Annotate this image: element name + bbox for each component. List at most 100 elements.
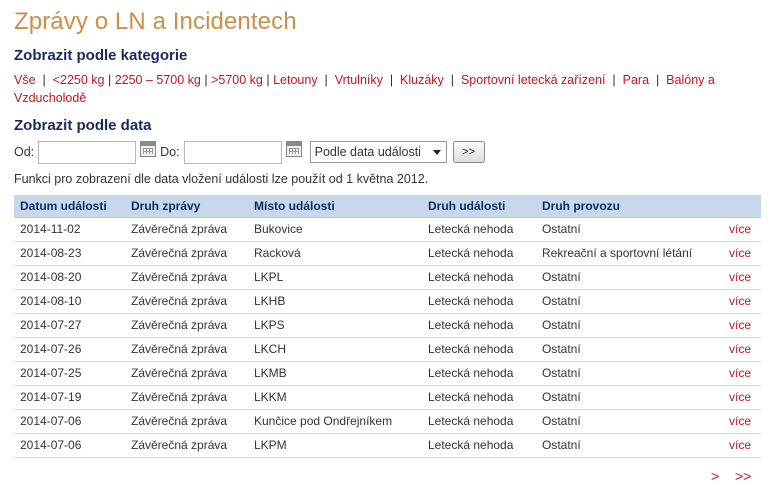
chevron-down-icon	[432, 150, 441, 155]
sort-select-value: Podle data události	[314, 145, 421, 159]
next-page-link[interactable]: >	[711, 468, 719, 484]
cell-more: více	[718, 361, 761, 386]
cell-operation-type: Ostatní	[536, 265, 718, 290]
header-date: Datum události	[14, 195, 125, 218]
cell-event-type: Letecká nehoda	[422, 337, 536, 362]
to-label: Do:	[160, 145, 180, 159]
more-link[interactable]: více	[729, 318, 751, 332]
cell-location: LKPS	[248, 313, 422, 338]
category-link-letouny[interactable]: Letouny	[273, 73, 317, 87]
cell-report-type: Závěrečná zpráva	[125, 265, 248, 290]
cell-report-type: Závěrečná zpráva	[125, 313, 248, 338]
to-date-input[interactable]	[183, 140, 282, 164]
more-link[interactable]: více	[729, 366, 751, 380]
cell-date: 2014-08-20	[14, 265, 125, 290]
category-link-under-2250[interactable]: <2250 kg	[53, 73, 105, 87]
cell-operation-type: Ostatní	[536, 289, 718, 314]
cell-date: 2014-11-02	[14, 217, 125, 242]
table-row: 2014-07-27 Závěrečná zpráva LKPS Letecká ne…	[14, 313, 761, 338]
cell-more: více	[718, 289, 761, 314]
cell-date: 2014-07-25	[14, 361, 125, 386]
header-report-type: Druh zprávy	[125, 195, 248, 218]
header-location: Místo události	[248, 195, 422, 218]
table-row: 2014-08-23 Závěrečná zpráva Racková Letecká…	[14, 241, 761, 266]
cell-event-type: Letecká nehoda	[422, 361, 536, 386]
cell-operation-type: Ostatní	[536, 313, 718, 338]
table-row: 2014-07-19 Závěrečná zpráva LKKM Letecká ne…	[14, 385, 761, 410]
table-row: 2014-07-06 Závěrečná zpráva Kunčice pod On…	[14, 409, 761, 434]
calendar-icon[interactable]	[285, 141, 302, 157]
table-row: 2014-07-26 Závěrečná zpráva LKCH Letecká ne…	[14, 337, 761, 362]
more-link[interactable]: více	[729, 390, 751, 404]
header-more	[718, 195, 761, 218]
cell-more: více	[718, 265, 761, 290]
cell-report-type: Závěrečná zpráva	[125, 361, 248, 386]
category-link-sla[interactable]: Sportovní letecká zařízení	[461, 73, 606, 87]
cell-event-type: Letecká nehoda	[422, 313, 536, 338]
category-link-para[interactable]: Para	[623, 73, 649, 87]
cell-operation-type: Ostatní	[536, 433, 718, 458]
cell-more: více	[718, 409, 761, 434]
from-date-input[interactable]	[38, 140, 137, 164]
cell-event-type: Letecká nehoda	[422, 241, 536, 266]
cell-date: 2014-08-23	[14, 241, 125, 266]
page-title: Zprávy o LN a Incidentech	[14, 8, 297, 35]
category-link-over-5700[interactable]: >5700 kg	[211, 73, 263, 87]
table-row: 2014-08-10 Závěrečná zpráva LKHB Letecká ne…	[14, 289, 761, 314]
cell-more: více	[718, 313, 761, 338]
cell-more: více	[718, 217, 761, 242]
cell-location: LKCH	[248, 337, 422, 362]
cell-event-type: Letecká nehoda	[422, 289, 536, 314]
cell-operation-type: Rekreační a sportovní létání	[536, 241, 718, 266]
cell-more: více	[718, 241, 761, 266]
cell-event-type: Letecká nehoda	[422, 433, 536, 458]
category-link-vrtulniky[interactable]: Vrtulníky	[335, 73, 383, 87]
table-row: 2014-07-25 Závěrečná zpráva LKMB Letecká ne…	[14, 361, 761, 386]
cell-operation-type: Ostatní	[536, 385, 718, 410]
header-operation-type: Druh provozu	[536, 195, 718, 218]
category-link-all[interactable]: Vše	[14, 73, 36, 87]
reports-table: Datum události Druh zprávy Místo událost…	[14, 195, 761, 458]
cell-location: Kunčice pod Ondřejníkem	[248, 409, 422, 434]
cell-operation-type: Ostatní	[536, 361, 718, 386]
more-link[interactable]: více	[729, 438, 751, 452]
more-link[interactable]: více	[729, 270, 751, 284]
cell-operation-type: Ostatní	[536, 217, 718, 242]
cell-report-type: Závěrečná zpráva	[125, 433, 248, 458]
date-heading: Zobrazit podle data	[14, 117, 152, 134]
cell-event-type: Letecká nehoda	[422, 409, 536, 434]
category-link-kluzaky[interactable]: Kluzáky	[400, 73, 444, 87]
info-text: Funkci pro zobrazení dle data vložení ud…	[14, 172, 429, 186]
table-row: 2014-11-02 Závěrečná zpráva Bukovice Leteck…	[14, 217, 761, 242]
more-link[interactable]: více	[729, 246, 751, 260]
cell-location: LKKM	[248, 385, 422, 410]
cell-location: LKPL	[248, 265, 422, 290]
more-link[interactable]: více	[729, 414, 751, 428]
cell-location: Racková	[248, 241, 422, 266]
cell-operation-type: Ostatní	[536, 337, 718, 362]
cell-location: LKPM	[248, 433, 422, 458]
category-links: Vše | <2250 kg | 2250 – 5700 kg | >5700 …	[14, 73, 715, 105]
more-link[interactable]: více	[729, 222, 751, 236]
cell-event-type: Letecká nehoda	[422, 217, 536, 242]
cell-more: více	[718, 385, 761, 410]
table-header-row: Datum události Druh zprávy Místo událost…	[14, 195, 761, 218]
more-link[interactable]: více	[729, 294, 751, 308]
calendar-icon[interactable]	[140, 141, 157, 157]
table-row: 2014-07-06 Závěrečná zpráva LKPM Letecká ne…	[14, 433, 761, 458]
cell-date: 2014-07-27	[14, 313, 125, 338]
header-event-type: Druh události	[422, 195, 536, 218]
category-link-2250-5700[interactable]: 2250 – 5700 kg	[115, 73, 201, 87]
cell-report-type: Závěrečná zpráva	[125, 385, 248, 410]
cell-date: 2014-08-10	[14, 289, 125, 314]
sort-select[interactable]: Podle data události	[309, 141, 447, 163]
cell-date: 2014-07-06	[14, 409, 125, 434]
cell-report-type: Závěrečná zpráva	[125, 289, 248, 314]
table-row: 2014-08-20 Závěrečná zpráva LKPL Letecká ne…	[14, 265, 761, 290]
cell-location: LKMB	[248, 361, 422, 386]
last-page-link[interactable]: >>	[735, 468, 751, 484]
cell-location: LKHB	[248, 289, 422, 314]
go-button[interactable]: >>	[452, 141, 485, 163]
more-link[interactable]: více	[729, 342, 751, 356]
cell-report-type: Závěrečná zpráva	[125, 241, 248, 266]
